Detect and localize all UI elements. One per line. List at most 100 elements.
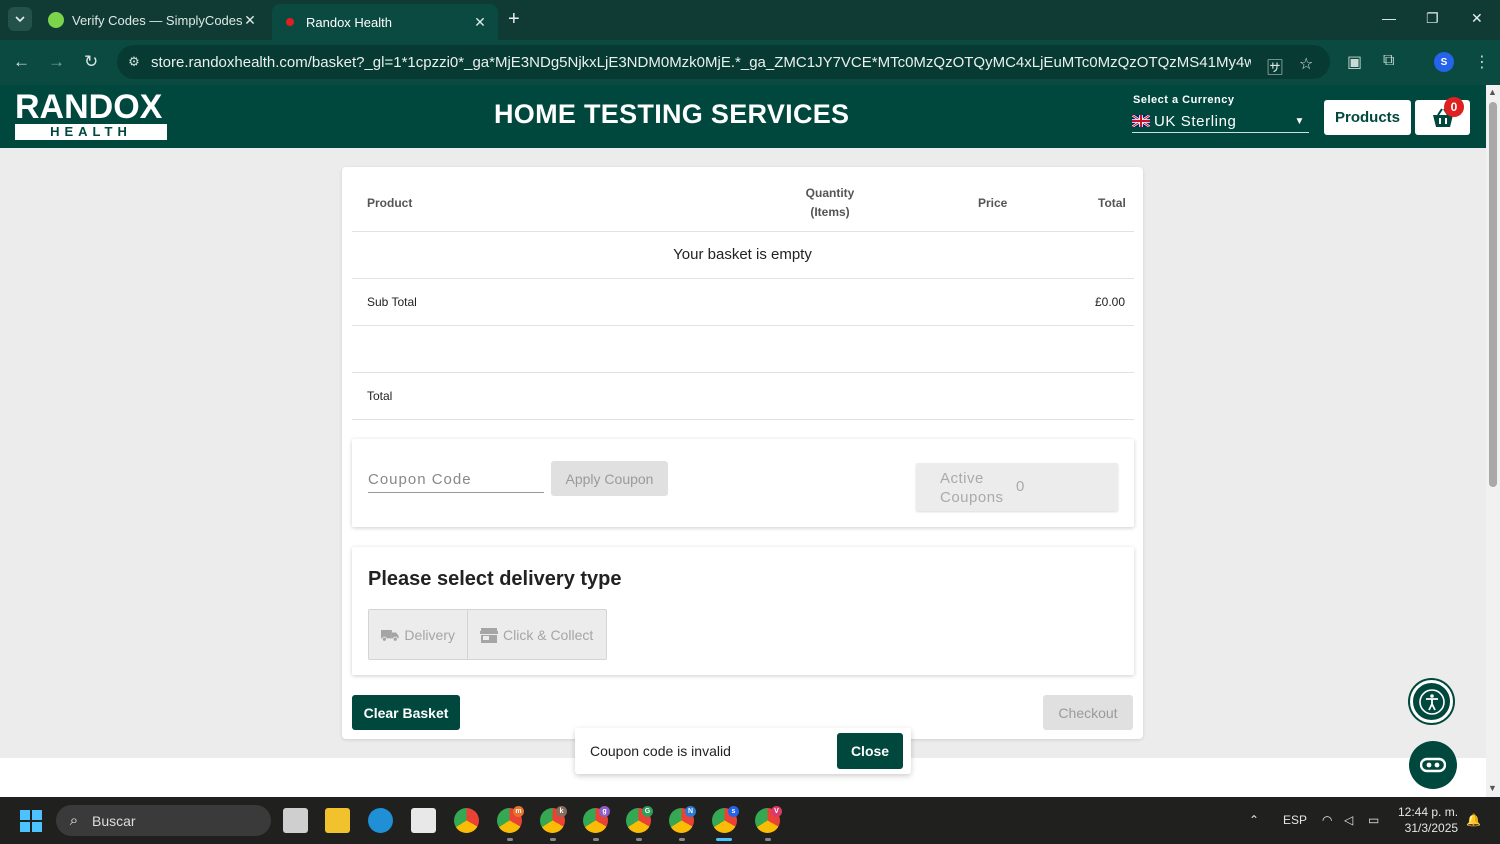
divider [352, 372, 1134, 373]
dropdown-caret-icon: ▼ [1294, 115, 1305, 127]
minimize-icon[interactable]: — [1382, 10, 1396, 26]
profile-badge: V [771, 806, 782, 817]
divider [352, 278, 1134, 279]
empty-basket-message: Your basket is empty [673, 246, 812, 263]
extensions-puzzle-icon[interactable]: ⧉ [1383, 52, 1394, 70]
products-button[interactable]: Products [1324, 100, 1411, 135]
column-header-total: Total [1098, 196, 1126, 210]
truck-icon [381, 629, 399, 642]
task-view-icon[interactable] [283, 808, 308, 833]
basket-count-badge: 0 [1444, 97, 1464, 117]
url-text[interactable]: store.randoxhealth.com/basket?_gl=1*1cpz… [151, 54, 1251, 71]
active-coupons-label-line2: Coupons [940, 489, 1004, 506]
total-label: Total [367, 389, 393, 403]
taskbar-search-label: Buscar [92, 812, 136, 829]
delivery-title: Please select delivery type [368, 568, 622, 590]
randox-logo[interactable]: RANDOX HEALTH [15, 88, 167, 141]
taskbar-search[interactable]: ⌕ Buscar [56, 805, 271, 836]
apply-coupon-button[interactable]: Apply Coupon [551, 461, 668, 496]
notification-bell-icon[interactable]: 🔔 [1466, 813, 1481, 827]
page-title: HOME TESTING SERVICES [494, 99, 850, 129]
system-clock[interactable]: 12:44 p. m. 31/3/2025 [1398, 804, 1458, 836]
running-indicator [593, 838, 599, 841]
window-close-icon[interactable]: ✕ [1471, 10, 1483, 27]
file-explorer-icon[interactable] [325, 808, 350, 833]
coupon-code-input[interactable] [368, 467, 544, 493]
store-icon [480, 627, 498, 643]
delivery-type-toggle: Delivery Click & Collect [368, 609, 607, 660]
currency-select[interactable]: UK Sterling ▼ [1132, 110, 1309, 133]
bookmark-star-icon[interactable]: ☆ [1299, 54, 1313, 74]
delivery-option-click-collect[interactable]: Click & Collect [468, 610, 606, 659]
currency-value: UK Sterling [1154, 112, 1237, 130]
chat-icon [1420, 757, 1446, 773]
delivery-option-delivery[interactable]: Delivery [369, 610, 468, 659]
active-coupons-label: Active Coupons [940, 469, 1010, 507]
active-indicator [716, 838, 732, 841]
randox-favicon-icon [286, 18, 294, 26]
browser-toolbar: ← → ↻ ⚙ store.randoxhealth.com/basket?_g… [0, 40, 1500, 85]
restore-icon[interactable]: ❐ [1426, 10, 1439, 27]
forward-icon[interactable]: → [48, 52, 65, 72]
running-indicator [550, 838, 556, 841]
site-info-icon[interactable]: ⚙ [117, 54, 151, 70]
divider [352, 231, 1134, 232]
quantity-header-line2: (Items) [810, 205, 850, 219]
windows-start-icon[interactable] [20, 810, 42, 832]
scrollbar-thumb[interactable] [1489, 102, 1497, 487]
profile-badge: k [556, 806, 567, 817]
clock-time: 12:44 p. m. [1398, 805, 1459, 819]
volume-icon[interactable]: ◁ [1344, 813, 1353, 827]
reload-icon[interactable]: ↻ [84, 52, 98, 72]
tab-title: Verify Codes — SimplyCodes [72, 12, 242, 28]
profile-avatar[interactable]: S [1434, 52, 1454, 72]
column-header-quantity: Quantity (Items) [782, 184, 878, 222]
delivery-option-label: Click & Collect [503, 626, 594, 643]
back-icon[interactable]: ← [13, 52, 30, 72]
browser-tabstrip: Verify Codes — SimplyCodes ✕ Randox Heal… [0, 0, 1500, 40]
address-bar[interactable]: ⚙ store.randoxhealth.com/basket?_gl=1*1c… [117, 45, 1330, 79]
tab-simplycodes[interactable]: Verify Codes — SimplyCodes ✕ [38, 4, 268, 36]
translate-icon[interactable]: 🈂 [1267, 54, 1283, 78]
new-tab-icon[interactable]: + [508, 9, 520, 29]
subtotal-value: £0.00 [1094, 295, 1125, 309]
chrome-icon[interactable] [454, 808, 479, 833]
close-icon[interactable]: ✕ [472, 14, 488, 31]
divider [352, 325, 1134, 326]
quantity-header-line1: Quantity [805, 186, 855, 200]
accessibility-icon [1418, 688, 1445, 715]
windows-taskbar: ⌕ Buscar m k g G N s V ⌃ ESP ◠ ◁ ▭ 12:44… [0, 797, 1500, 844]
active-coupons-button[interactable]: Active Coupons 0 [916, 463, 1118, 511]
delivery-option-label: Delivery [404, 626, 455, 643]
store-app-icon[interactable] [411, 808, 436, 833]
tab-search-button[interactable] [8, 7, 32, 31]
running-indicator [765, 838, 771, 841]
profile-badge: N [685, 806, 696, 817]
edge-icon[interactable] [368, 808, 393, 833]
page-scrollbar[interactable]: ▲ ▼ [1486, 85, 1500, 797]
clear-basket-button[interactable]: Clear Basket [352, 695, 460, 730]
language-indicator[interactable]: ESP [1283, 813, 1307, 827]
toast-message: Coupon code is invalid [590, 743, 731, 759]
logo-wordmark: RANDOX [15, 88, 163, 126]
menu-kebab-icon[interactable]: ⋮ [1474, 52, 1490, 72]
battery-icon[interactable]: ▭ [1368, 813, 1379, 827]
profile-badge: s [728, 806, 739, 817]
tray-chevron-up-icon[interactable]: ⌃ [1249, 813, 1259, 827]
close-icon[interactable]: ✕ [242, 12, 258, 29]
accessibility-button[interactable] [1410, 680, 1453, 723]
extension-icon[interactable]: ▣ [1347, 52, 1362, 72]
checkout-button[interactable]: Checkout [1043, 695, 1133, 730]
chevron-down-icon [15, 16, 25, 23]
toast-close-button[interactable]: Close [837, 733, 903, 769]
coupon-panel: Apply Coupon Active Coupons 0 [352, 439, 1134, 527]
active-coupons-label-line1: Active [940, 470, 984, 487]
chat-button[interactable] [1409, 741, 1457, 789]
scroll-down-icon[interactable]: ▼ [1488, 783, 1497, 793]
search-icon: ⌕ [69, 812, 79, 829]
subtotal-label: Sub Total [367, 295, 417, 309]
tab-randox-health[interactable]: Randox Health ✕ [272, 4, 498, 40]
scroll-up-icon[interactable]: ▲ [1488, 87, 1497, 97]
logo-subtitle: HEALTH [15, 124, 167, 140]
wifi-icon[interactable]: ◠ [1322, 813, 1332, 827]
